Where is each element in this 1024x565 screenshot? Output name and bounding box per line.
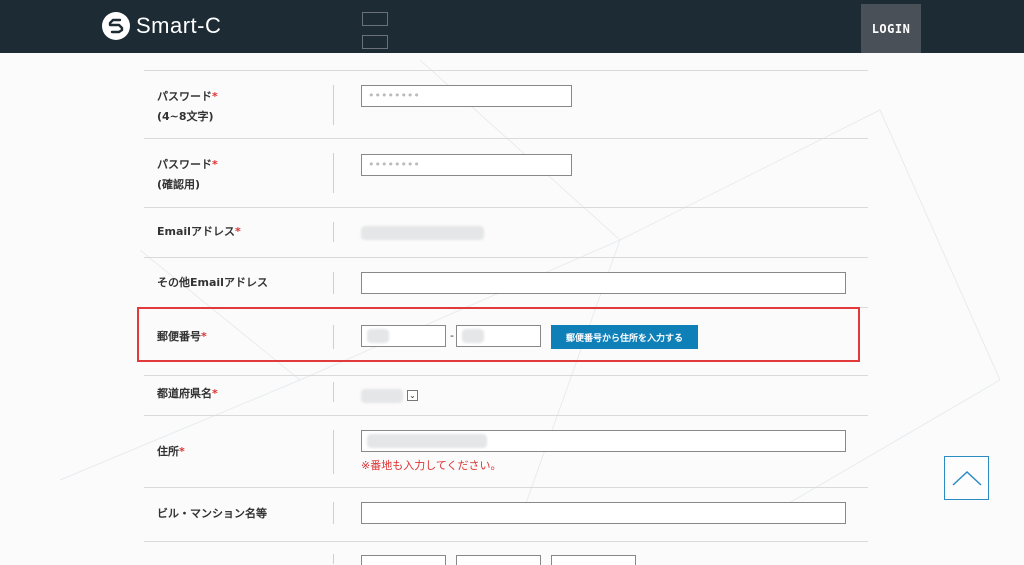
- address-label: 住所*: [157, 445, 185, 458]
- address-row: 住所* ※番地も入力してください。: [144, 415, 868, 488]
- scroll-to-top-button[interactable]: [944, 456, 989, 500]
- password-label: パスワード* (4~8文字): [157, 90, 218, 123]
- password-input[interactable]: ••••••••: [361, 85, 572, 107]
- other-email-label: その他Emailアドレス: [157, 276, 268, 289]
- brand-name: Smart-C: [136, 13, 222, 38]
- logo-s-icon: [102, 12, 130, 40]
- partial-input-1[interactable]: [361, 555, 446, 565]
- address-note: ※番地も入力してください。: [361, 459, 502, 472]
- building-row: ビル・マンション名等: [144, 487, 868, 542]
- prefecture-row: 都道府県名* ⌄: [144, 375, 868, 416]
- password-confirm-input[interactable]: ••••••••: [361, 154, 572, 176]
- address-input[interactable]: [361, 430, 846, 452]
- building-label: ビル・マンション名等: [157, 507, 267, 520]
- email-row: Emailアドレス*: [144, 207, 868, 258]
- date-select-remnant: [362, 12, 402, 58]
- prefecture-label: 都道府県名*: [157, 387, 218, 400]
- partial-input-3[interactable]: [551, 555, 636, 565]
- prefecture-select[interactable]: ⌄: [407, 390, 418, 401]
- top-header: Smart-C LOGIN: [0, 0, 1024, 53]
- other-email-input[interactable]: [361, 272, 846, 294]
- highlight-box: [137, 307, 860, 362]
- brand-logo[interactable]: Smart-C: [102, 12, 221, 40]
- login-button[interactable]: LOGIN: [861, 4, 921, 53]
- chevron-up-icon: [951, 470, 982, 486]
- building-input[interactable]: [361, 502, 846, 524]
- email-label: Emailアドレス*: [157, 225, 241, 238]
- partial-input-2[interactable]: [456, 555, 541, 565]
- other-email-row: その他Emailアドレス: [144, 257, 868, 308]
- email-value-blurred: [361, 226, 484, 240]
- next-row-partial: [144, 541, 868, 565]
- password-row: パスワード* (4~8文字) ••••••••: [144, 70, 868, 139]
- password-confirm-label: パスワード* (確認用): [157, 158, 218, 191]
- prefecture-value-blurred: [361, 389, 403, 403]
- password-confirm-row: パスワード* (確認用) ••••••••: [144, 138, 868, 208]
